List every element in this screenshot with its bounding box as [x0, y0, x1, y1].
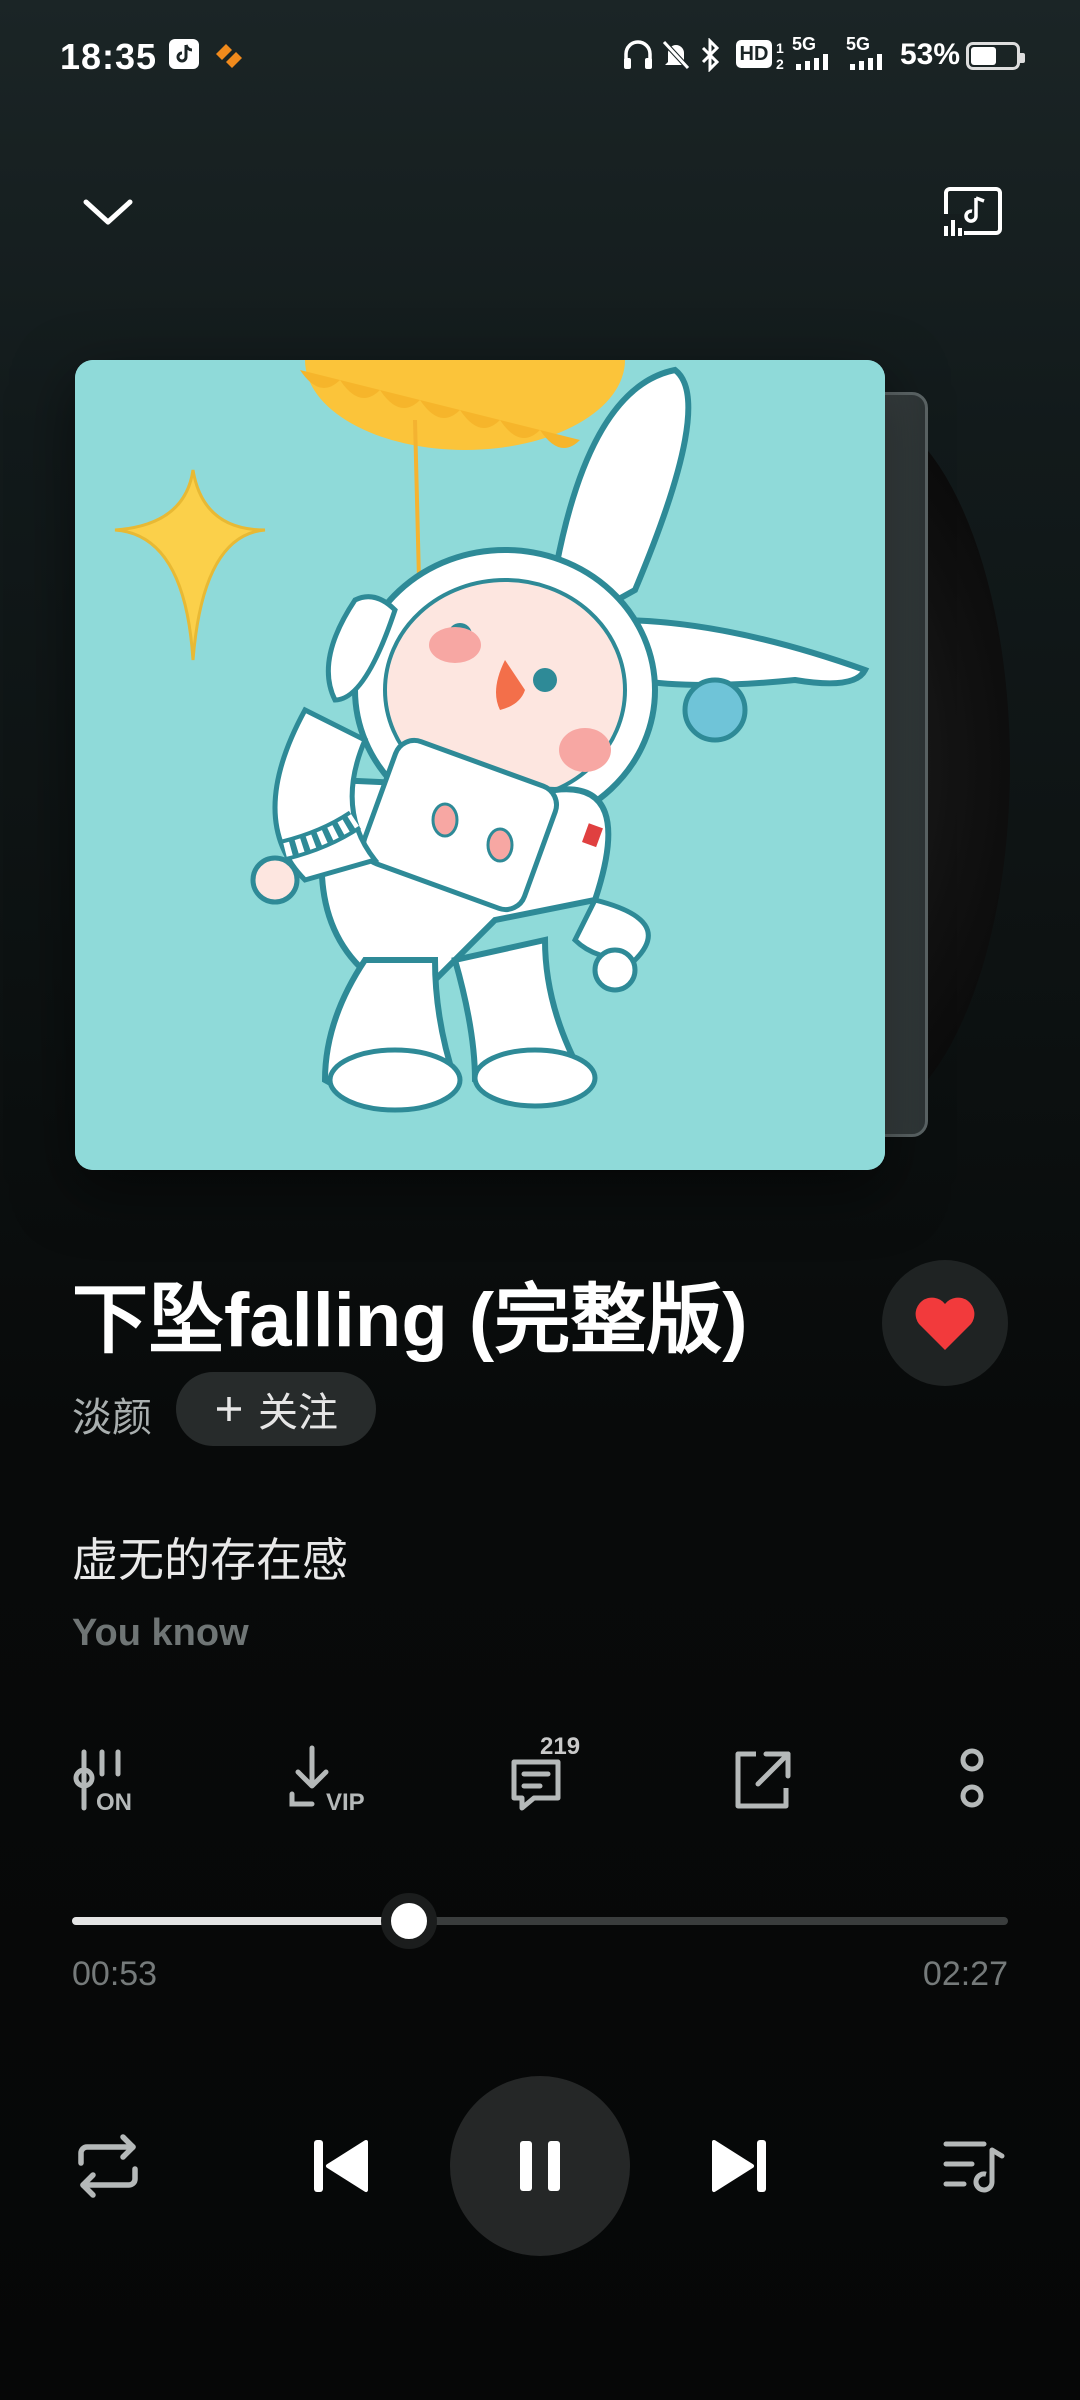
- signal-5g-icon: 5G: [792, 34, 828, 70]
- equalizer-icon: ON: [73, 1749, 132, 1816]
- current-time: 00:53: [72, 1955, 158, 1993]
- battery-icon: [966, 42, 1025, 70]
- follow-label: 关注: [258, 1391, 338, 1435]
- music-cast-icon[interactable]: [940, 186, 1004, 238]
- artist-name[interactable]: 淡颜: [72, 1385, 152, 1443]
- song-title: 下坠falling (完整版): [72, 1278, 748, 1363]
- like-button[interactable]: [882, 1260, 1008, 1386]
- mute-icon: [662, 40, 690, 70]
- progress-track[interactable]: [72, 1917, 1008, 1925]
- lyric-current[interactable]: 虚无的存在感: [72, 1524, 348, 1590]
- album-cover[interactable]: [75, 360, 885, 1170]
- more-button[interactable]: [950, 1740, 994, 1820]
- skip-previous-icon: [314, 2140, 368, 2192]
- progress-thumb[interactable]: [380, 1893, 437, 1949]
- follow-button[interactable]: 关注: [176, 1372, 376, 1446]
- bluetooth-icon: [701, 38, 720, 72]
- repeat-button[interactable]: [68, 2126, 148, 2206]
- next-button[interactable]: [700, 2126, 780, 2206]
- battery-percent: 53%: [900, 38, 961, 71]
- download-icon: VIP: [289, 1745, 365, 1816]
- share-icon: [735, 1751, 791, 1809]
- tiktok-icon: [169, 39, 199, 69]
- pause-icon: [520, 2141, 560, 2191]
- plus-icon: [217, 1397, 241, 1421]
- signal-5g-icon: 5G: [846, 34, 882, 70]
- app-notification-icon: [216, 44, 242, 68]
- comment-count-badge: 219: [540, 1733, 581, 1760]
- download-button[interactable]: VIP: [286, 1740, 376, 1820]
- pause-button[interactable]: [450, 2076, 630, 2256]
- progress-fill: [72, 1917, 409, 1925]
- lyric-next[interactable]: You know: [72, 1612, 249, 1655]
- headphones-icon: [624, 40, 652, 69]
- status-time: 18:35: [60, 36, 158, 77]
- download-label: VIP: [326, 1789, 365, 1816]
- repeat-icon: [78, 2134, 138, 2198]
- playlist-button[interactable]: [934, 2126, 1014, 2206]
- skip-next-icon: [712, 2140, 766, 2192]
- sound-effect-label: ON: [96, 1789, 132, 1816]
- chevron-down-icon[interactable]: [80, 192, 136, 232]
- sound-effect-button[interactable]: ON: [72, 1740, 152, 1820]
- more-vertical-icon: [960, 1748, 984, 1808]
- previous-button[interactable]: [300, 2126, 380, 2206]
- playlist-icon: [943, 2141, 1005, 2193]
- total-time: 02:27: [922, 1955, 1008, 1993]
- heart-icon: [915, 1297, 975, 1350]
- hd-icon: HD: [736, 40, 772, 68]
- share-button[interactable]: [726, 1740, 796, 1820]
